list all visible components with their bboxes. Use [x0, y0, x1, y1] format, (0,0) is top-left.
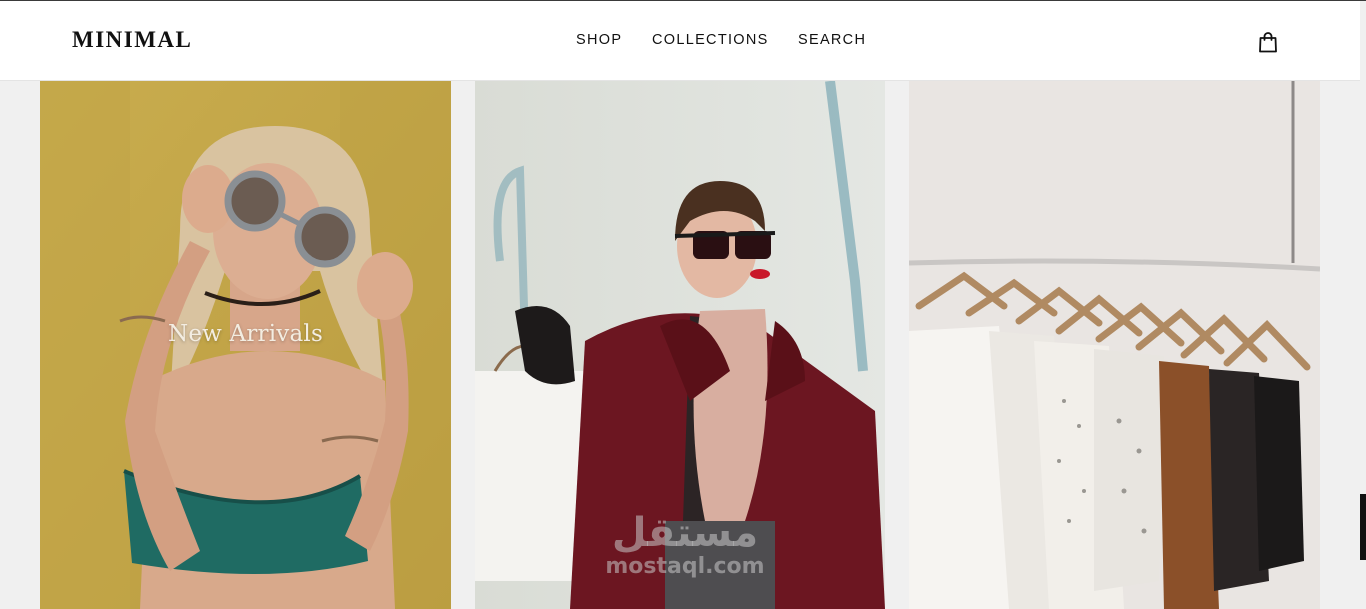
nav-item-search[interactable]: SEARCH — [798, 32, 866, 48]
shopping-bag-icon[interactable] — [1256, 30, 1280, 54]
scrollbar-thumb[interactable] — [1360, 494, 1366, 560]
nav-item-collections[interactable]: COLLECTIONS — [652, 32, 769, 48]
clothing-rack-photo — [909, 81, 1320, 609]
collection-card-new-arrivals[interactable]: New Arrivals — [40, 81, 451, 609]
nav-item-shop[interactable]: SHOP — [576, 32, 622, 48]
collection-card-2[interactable]: مستقل mostaql.com — [475, 81, 885, 609]
card-title-new-arrivals[interactable]: New Arrivals — [40, 321, 451, 347]
main-nav: SHOP COLLECTIONS SEARCH — [0, 32, 1360, 52]
collection-card-3[interactable] — [909, 81, 1320, 609]
site-header: MINIMAL SHOP COLLECTIONS SEARCH — [0, 1, 1360, 81]
watermark-latin: mostaql.com — [605, 554, 765, 579]
mostaql-watermark: مستقل mostaql.com — [595, 511, 775, 579]
watermark-arabic: مستقل — [611, 510, 759, 556]
